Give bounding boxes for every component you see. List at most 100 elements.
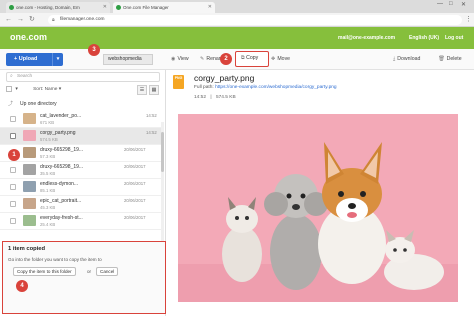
file-size: 574.5 KB bbox=[40, 137, 58, 142]
maximize-icon[interactable]: □ bbox=[449, 1, 453, 7]
file-checkbox[interactable] bbox=[10, 116, 16, 122]
scrollbar-thumb[interactable] bbox=[161, 132, 164, 172]
file-row[interactable]: epic_cat_portrait... 45.3 KB 20/06/2017 bbox=[0, 196, 162, 213]
url-field[interactable]: 🔒︎ filemanager.one.com bbox=[48, 15, 462, 25]
sort-row: ▾ Sort: Name ▾ ☰ ▦ bbox=[6, 85, 160, 95]
file-date: 14:52 bbox=[146, 130, 157, 135]
reload-icon[interactable]: ↻ bbox=[29, 15, 35, 25]
file-thumbnail bbox=[23, 130, 36, 141]
copy-button[interactable]: ⧉ Copy bbox=[235, 51, 269, 67]
current-folder-path[interactable]: webshopmedia bbox=[103, 54, 153, 65]
file-size: 57.3 KB bbox=[40, 154, 56, 159]
file-time: 14:52 bbox=[194, 95, 207, 100]
file-date: 20/06/2017 bbox=[124, 181, 146, 186]
close-window-icon[interactable]: ✕ bbox=[461, 1, 466, 8]
minimize-icon[interactable]: — bbox=[437, 1, 443, 7]
select-all-checkbox[interactable] bbox=[6, 85, 12, 92]
file-checkbox-checked[interactable] bbox=[10, 133, 16, 139]
up-directory-row[interactable]: ⤴ Up one directory bbox=[6, 98, 160, 110]
file-size: 45.3 KB bbox=[40, 205, 56, 210]
file-date: 20/06/2017 bbox=[124, 164, 146, 169]
copy-status-hint: Go into the folder you want to copy the … bbox=[8, 257, 102, 262]
corgi-party-photo bbox=[178, 114, 458, 302]
upload-button[interactable]: + Upload ▾ bbox=[6, 53, 63, 66]
full-path-row: Full path: https://one-example.com/websh… bbox=[194, 85, 337, 90]
grid-view-icon[interactable]: ▦ bbox=[149, 85, 159, 95]
browser-menu-icon[interactable]: ⋮ bbox=[465, 15, 472, 25]
file-thumbnail bbox=[23, 215, 36, 226]
file-row[interactable]: druxy-665298_19... 57.3 KB 20/06/2017 bbox=[0, 145, 162, 162]
file-name: druxy-665298_19... bbox=[40, 147, 84, 153]
onecom-logo[interactable]: one.com bbox=[10, 32, 47, 42]
file-name: cat_lavender_po... bbox=[40, 113, 82, 119]
or-text: or bbox=[87, 269, 92, 274]
file-row[interactable]: everyday-fresh-st... 25.4 KB 20/06/2017 bbox=[0, 213, 162, 230]
url-text: filemanager.one.com bbox=[60, 17, 105, 22]
file-row-selected[interactable]: corgy_party.png 574.5 KB 14:52 bbox=[0, 128, 162, 145]
search-icon: ⌕ bbox=[10, 74, 13, 79]
file-size: 574.5 KB bbox=[215, 95, 236, 100]
meta-separator: | bbox=[210, 95, 212, 100]
file-list-scrollbar[interactable] bbox=[161, 122, 164, 242]
download-button[interactable]: ⤓ Download bbox=[393, 55, 420, 64]
delete-button[interactable]: 🗑︎ Delete bbox=[438, 55, 462, 64]
copy-status-title: 1 item copied bbox=[8, 246, 46, 252]
view-button[interactable]: ◉ View bbox=[171, 55, 189, 64]
sort-dropdown[interactable]: Sort: Name bbox=[33, 87, 57, 92]
tab-label: one.com - Hosting, Domain, Em bbox=[16, 5, 80, 10]
forward-icon[interactable]: → bbox=[17, 15, 24, 25]
file-row[interactable]: druxy-665298_19... 35.5 KB 20/06/2017 bbox=[0, 162, 162, 179]
file-date: 20/06/2017 bbox=[124, 147, 146, 152]
file-row[interactable]: endless-dymon... 85.1 KB 20/06/2017 bbox=[0, 179, 162, 196]
lock-icon: 🔒︎ bbox=[52, 17, 55, 23]
file-size: 671 KB bbox=[40, 120, 55, 125]
callout-badge-3: 3 bbox=[88, 44, 100, 56]
browser-tab-onecom[interactable]: one.com - Hosting, Domain, Em ✕ bbox=[6, 2, 110, 13]
move-button[interactable]: ✥ Move bbox=[271, 55, 290, 64]
eye-icon: ◉ bbox=[171, 56, 176, 62]
file-size: 35.5 KB bbox=[40, 171, 56, 176]
file-thumbnail bbox=[23, 147, 36, 158]
list-view-icon[interactable]: ☰ bbox=[137, 85, 147, 95]
close-tab-icon[interactable]: ✕ bbox=[208, 2, 212, 13]
file-checkbox[interactable] bbox=[10, 201, 16, 207]
preview-panel: PNG corgy_party.png Full path: https://o… bbox=[166, 70, 474, 316]
file-date: 20/06/2017 bbox=[124, 215, 146, 220]
folder-up-icon: ⤴ bbox=[8, 101, 14, 107]
file-name: epic_cat_portrait... bbox=[40, 198, 82, 204]
app-header: one.com mail@one-example.com English (UK… bbox=[0, 27, 474, 49]
pencil-icon: ✎ bbox=[200, 56, 205, 62]
move-label: Move bbox=[277, 56, 291, 62]
file-thumbnail bbox=[23, 164, 36, 175]
file-checkbox[interactable] bbox=[10, 184, 16, 190]
chevron-down-icon: ▾ bbox=[58, 87, 62, 92]
full-path-link[interactable]: https://one-example.com/webshopmedia/cor… bbox=[215, 85, 337, 90]
file-row[interactable]: cat_lavender_po... 671 KB 14:52 bbox=[0, 111, 162, 128]
language-selector[interactable]: English (UK) bbox=[409, 35, 439, 41]
image-preview bbox=[178, 114, 458, 302]
chevron-down-icon[interactable]: ▾ bbox=[15, 87, 17, 92]
search-placeholder: Search bbox=[17, 74, 33, 79]
download-icon: ⤓ bbox=[393, 56, 396, 62]
upload-dropdown-chevron-icon[interactable]: ▾ bbox=[52, 53, 63, 66]
callout-badge-4: 4 bbox=[16, 280, 28, 292]
file-checkbox[interactable] bbox=[10, 167, 16, 173]
callout-badge-1: 1 bbox=[8, 149, 20, 161]
file-size: 25.4 KB bbox=[40, 222, 56, 227]
logout-link[interactable]: Log out bbox=[445, 35, 463, 41]
file-checkbox[interactable] bbox=[10, 218, 16, 224]
browser-tab-bar: one.com - Hosting, Domain, Em ✕ One.com … bbox=[0, 0, 474, 13]
address-bar: ← → ↻ 🔒︎ filemanager.one.com ⋮ bbox=[0, 13, 474, 27]
close-tab-icon[interactable]: ✕ bbox=[103, 2, 107, 13]
account-email[interactable]: mail@one-example.com bbox=[338, 35, 395, 41]
favicon-icon bbox=[9, 5, 14, 10]
file-date: 20/06/2017 bbox=[124, 198, 146, 203]
cancel-copy-button[interactable]: Cancel bbox=[96, 267, 119, 276]
back-icon[interactable]: ← bbox=[5, 15, 12, 25]
preview-filename: corgy_party.png bbox=[194, 73, 255, 83]
file-name: everyday-fresh-st... bbox=[40, 215, 83, 221]
browser-tab-file-manager[interactable]: One.com File Manager ✕ bbox=[113, 2, 215, 13]
copy-to-folder-button[interactable]: Copy the item to this folder bbox=[13, 267, 76, 276]
search-input[interactable]: ⌕ Search bbox=[6, 72, 160, 82]
full-path-label: Full path: bbox=[194, 85, 214, 90]
